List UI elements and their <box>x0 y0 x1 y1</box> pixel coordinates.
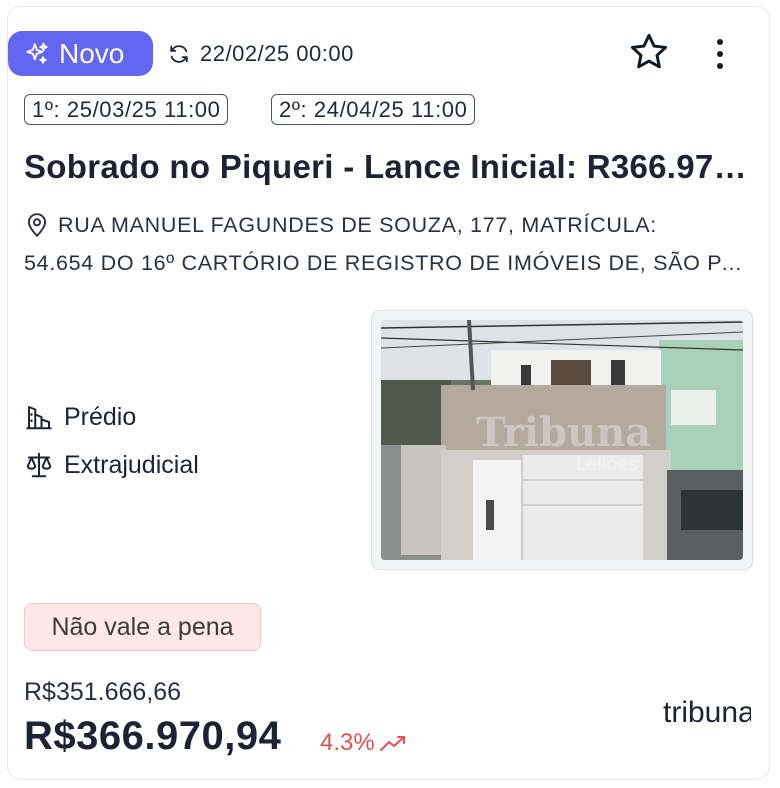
star-icon <box>630 33 668 69</box>
new-badge-label: Novo <box>59 37 125 69</box>
new-badge: Novo <box>8 31 153 76</box>
auction-type: Extrajudicial <box>24 448 199 482</box>
verdict-badge: Não vale a pena <box>24 603 261 651</box>
favorite-button[interactable] <box>627 30 671 74</box>
property-type: Prédio <box>24 400 136 434</box>
second-auction-date: 2º: 24/04/25 11:00 <box>271 94 476 125</box>
more-vertical-icon <box>717 39 723 45</box>
updated-datetime: 22/02/25 00:00 <box>200 41 354 66</box>
building-icon <box>26 406 52 430</box>
map-pin-icon <box>27 213 47 238</box>
price-change-value: 4.3% <box>320 729 375 756</box>
reference-price: R$351.666,66 <box>24 678 182 706</box>
photo-watermark: Tribuna <box>476 409 651 456</box>
scale-icon <box>26 452 52 478</box>
sparkles-icon <box>26 42 48 64</box>
first-auction-date: 1º: 25/03/25 11:00 <box>24 94 229 125</box>
property-photo[interactable]: Tribuna Leilões <box>381 320 743 560</box>
updated-timestamp: 22/02/25 00:00 <box>168 38 354 70</box>
address-line-1: RUA MANUEL FAGUNDES DE SOUZA, 177, MATRÍ… <box>58 213 657 237</box>
verdict-label: Não vale a pena <box>51 612 234 641</box>
listing-title[interactable]: Sobrado no Piqueri - Lance Inicial: R366… <box>24 148 754 186</box>
property-photo-frame[interactable]: Tribuna Leilões <box>371 310 753 570</box>
second-auction-label: 2º: <box>279 96 308 122</box>
first-auction-value: 25/03/25 11:00 <box>66 96 221 122</box>
auction-type-label: Extrajudicial <box>64 450 199 479</box>
property-type-label: Prédio <box>64 402 137 431</box>
more-options-button[interactable] <box>704 32 736 76</box>
address-line-2: 54.654 DO 16º CARTÓRIO DE REGISTRO DE IM… <box>24 251 752 275</box>
source-logo: tribuna <box>663 696 751 729</box>
photo-watermark-sub: Leilões <box>576 454 638 475</box>
trending-up-icon <box>379 736 405 751</box>
first-auction-label: 1º: <box>32 96 61 122</box>
address: RUA MANUEL FAGUNDES DE SOUZA, 177, MATRÍ… <box>24 206 752 282</box>
current-price: R$366.970,94 <box>24 714 282 758</box>
refresh-icon <box>170 45 188 63</box>
price-change: 4.3% <box>320 729 407 757</box>
second-auction-value: 24/04/25 11:00 <box>313 96 468 122</box>
